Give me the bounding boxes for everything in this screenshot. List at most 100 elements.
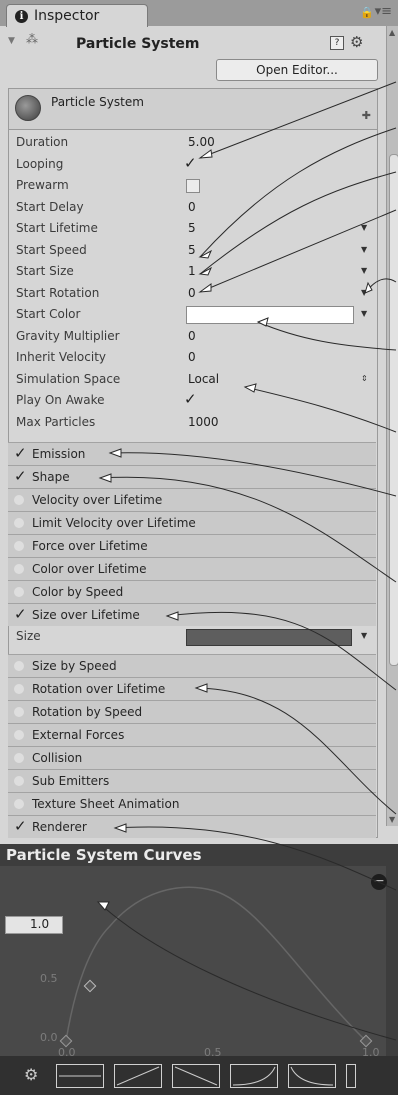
scrollbar[interactable]: ▲ ▼ — [386, 26, 398, 826]
module-collision[interactable]: Collision — [8, 746, 376, 769]
module-disabled-dot-icon[interactable] — [14, 518, 24, 528]
gear-icon[interactable]: ⚙ — [350, 33, 363, 51]
module-disabled-dot-icon[interactable] — [14, 661, 24, 671]
plus-icon[interactable]: ✚ — [362, 109, 371, 122]
prop-value-start-speed[interactable]: 5 — [188, 243, 196, 257]
module-label-limit-velocity-over-lifetime: Limit Velocity over Lifetime — [32, 516, 196, 530]
curve-key-left — [59, 1034, 73, 1048]
module-force-over-lifetime[interactable]: Force over Lifetime — [8, 534, 376, 557]
module-disabled-dot-icon[interactable] — [14, 776, 24, 786]
prop-value-duration[interactable]: 5.00 — [188, 135, 215, 149]
prop-checkbox-looping[interactable]: ✓ — [184, 154, 197, 172]
tab-bar: i Inspector 🔒 ▾≡ — [0, 0, 398, 27]
module-enabled-check-icon[interactable]: ✓ — [14, 817, 27, 835]
module-disabled-dot-icon[interactable] — [14, 587, 24, 597]
module-disabled-dot-icon[interactable] — [14, 564, 24, 574]
scroll-up-icon[interactable]: ▲ — [389, 28, 395, 37]
module-rotation-over-lifetime[interactable]: Rotation over Lifetime — [8, 677, 376, 700]
preset-more[interactable] — [346, 1064, 356, 1088]
particle-system-icon: ⁂ — [26, 32, 38, 46]
module-color-over-lifetime[interactable]: Color over Lifetime — [8, 557, 376, 580]
module-renderer[interactable]: ✓ Renderer — [8, 815, 376, 838]
module-enabled-check-icon[interactable]: ✓ — [14, 605, 27, 623]
help-icon[interactable]: ? — [330, 36, 344, 50]
prop-checkbox-prewarm[interactable] — [186, 179, 200, 193]
prop-value-start-size[interactable]: 1 — [188, 264, 196, 278]
tab-label: Inspector — [34, 8, 100, 24]
particle-system-header[interactable]: Particle System ✚ — [9, 89, 377, 130]
curve-graph[interactable]: − 1.0 0.5 0.0 0.0 0.5 1.0 — [0, 866, 387, 1059]
module-label-size-by-speed: Size by Speed — [32, 659, 117, 673]
module-disabled-dot-icon[interactable] — [14, 541, 24, 551]
menu-icon[interactable]: ▾≡ — [375, 4, 392, 19]
foldout-icon[interactable]: ▼ — [8, 36, 15, 46]
module-disabled-dot-icon[interactable] — [14, 707, 24, 717]
prop-value-gravity-multiplier[interactable]: 0 — [188, 329, 196, 343]
prop-color-start-color[interactable] — [186, 306, 354, 324]
preset-ease-out[interactable] — [288, 1064, 336, 1088]
module-label-color-over-lifetime: Color over Lifetime — [32, 562, 147, 576]
module-enabled-check-icon[interactable]: ✓ — [14, 444, 27, 462]
preset-linear-up[interactable] — [114, 1064, 162, 1088]
prop-label-play-on-awake: Play On Awake — [16, 393, 105, 407]
prop-value-inherit-velocity[interactable]: 0 — [188, 350, 196, 364]
prop-row-looping: Looping ✓ — [8, 154, 376, 176]
preset-linear-down[interactable] — [172, 1064, 220, 1088]
dropdown-arrow-icon[interactable]: ▼ — [361, 631, 367, 640]
particle-system-header-label: Particle System — [51, 95, 144, 109]
module-emission[interactable]: ✓ Emission — [8, 442, 376, 465]
open-editor-button[interactable]: Open Editor... — [216, 59, 378, 81]
prop-value-max-particles[interactable]: 1000 — [188, 415, 219, 429]
particle-sphere-icon — [15, 95, 41, 121]
dropdown-arrow-icon[interactable]: ▼ — [361, 223, 367, 232]
module-size-by-speed[interactable]: Size by Speed — [8, 654, 376, 677]
scrollbar-thumb[interactable] — [389, 154, 398, 666]
dropdown-arrow-icon[interactable]: ▼ — [361, 266, 367, 275]
component-header: ▼ ⁂ Particle System ? ⚙ — [0, 26, 386, 58]
module-external-forces[interactable]: External Forces — [8, 723, 376, 746]
prop-value-start-lifetime[interactable]: 5 — [188, 221, 196, 235]
module-limit-velocity-over-lifetime[interactable]: Limit Velocity over Lifetime — [8, 511, 376, 534]
dropdown-arrow-icon[interactable]: ▼ — [361, 309, 367, 318]
prop-value-simulation-space[interactable]: Local — [188, 372, 219, 386]
scroll-down-icon[interactable]: ▼ — [389, 815, 395, 824]
module-enabled-check-icon[interactable]: ✓ — [14, 467, 27, 485]
module-disabled-dot-icon[interactable] — [14, 799, 24, 809]
prop-label-start-lifetime: Start Lifetime — [16, 221, 98, 235]
module-rotation-by-speed[interactable]: Rotation by Speed — [8, 700, 376, 723]
module-disabled-dot-icon[interactable] — [14, 753, 24, 763]
module-shape[interactable]: ✓ Shape — [8, 465, 376, 488]
module-disabled-dot-icon[interactable] — [14, 730, 24, 740]
module-texture-sheet-animation[interactable]: Texture Sheet Animation — [8, 792, 376, 815]
prop-row-start-rotation: Start Rotation 0 ▼ — [8, 283, 376, 305]
prop-value-start-rotation[interactable]: 0 — [188, 286, 196, 300]
module-label-color-by-speed: Color by Speed — [32, 585, 124, 599]
module-label-sub-emitters: Sub Emitters — [32, 774, 110, 788]
size-curve-row: Size ▼ — [8, 626, 376, 648]
preset-gear-icon[interactable]: ⚙ — [24, 1065, 38, 1084]
tab-inspector[interactable]: i Inspector — [6, 4, 148, 27]
prop-row-prewarm: Prewarm — [8, 175, 376, 197]
module-label-velocity-over-lifetime: Velocity over Lifetime — [32, 493, 163, 507]
size-curve-field[interactable] — [186, 629, 352, 646]
prop-label-start-rotation: Start Rotation — [16, 285, 100, 300]
module-size-over-lifetime[interactable]: ✓ Size over Lifetime — [8, 603, 376, 626]
dropdown-arrow-icon[interactable]: ▼ — [361, 288, 367, 297]
module-color-by-speed[interactable]: Color by Speed — [8, 580, 376, 603]
prop-row-start-delay: Start Delay 0 — [8, 197, 376, 219]
select-arrows-icon[interactable]: ⇕ — [361, 374, 368, 383]
module-disabled-dot-icon[interactable] — [14, 684, 24, 694]
module-sub-emitters[interactable]: Sub Emitters — [8, 769, 376, 792]
module-label-collision: Collision — [32, 751, 83, 765]
prop-row-start-speed: Start Speed 5 ▼ — [8, 240, 376, 262]
lock-icon[interactable]: 🔒 — [360, 6, 374, 19]
preset-flat[interactable] — [56, 1064, 104, 1088]
prop-value-start-delay[interactable]: 0 — [188, 200, 196, 214]
preset-ease-in[interactable] — [230, 1064, 278, 1088]
dropdown-arrow-icon[interactable]: ▼ — [361, 245, 367, 254]
module-label-renderer: Renderer — [32, 820, 87, 834]
module-velocity-over-lifetime[interactable]: Velocity over Lifetime — [8, 488, 376, 511]
prop-label-start-size: Start Size — [16, 264, 74, 278]
prop-checkbox-play-on-awake[interactable]: ✓ — [184, 390, 197, 408]
module-disabled-dot-icon[interactable] — [14, 495, 24, 505]
